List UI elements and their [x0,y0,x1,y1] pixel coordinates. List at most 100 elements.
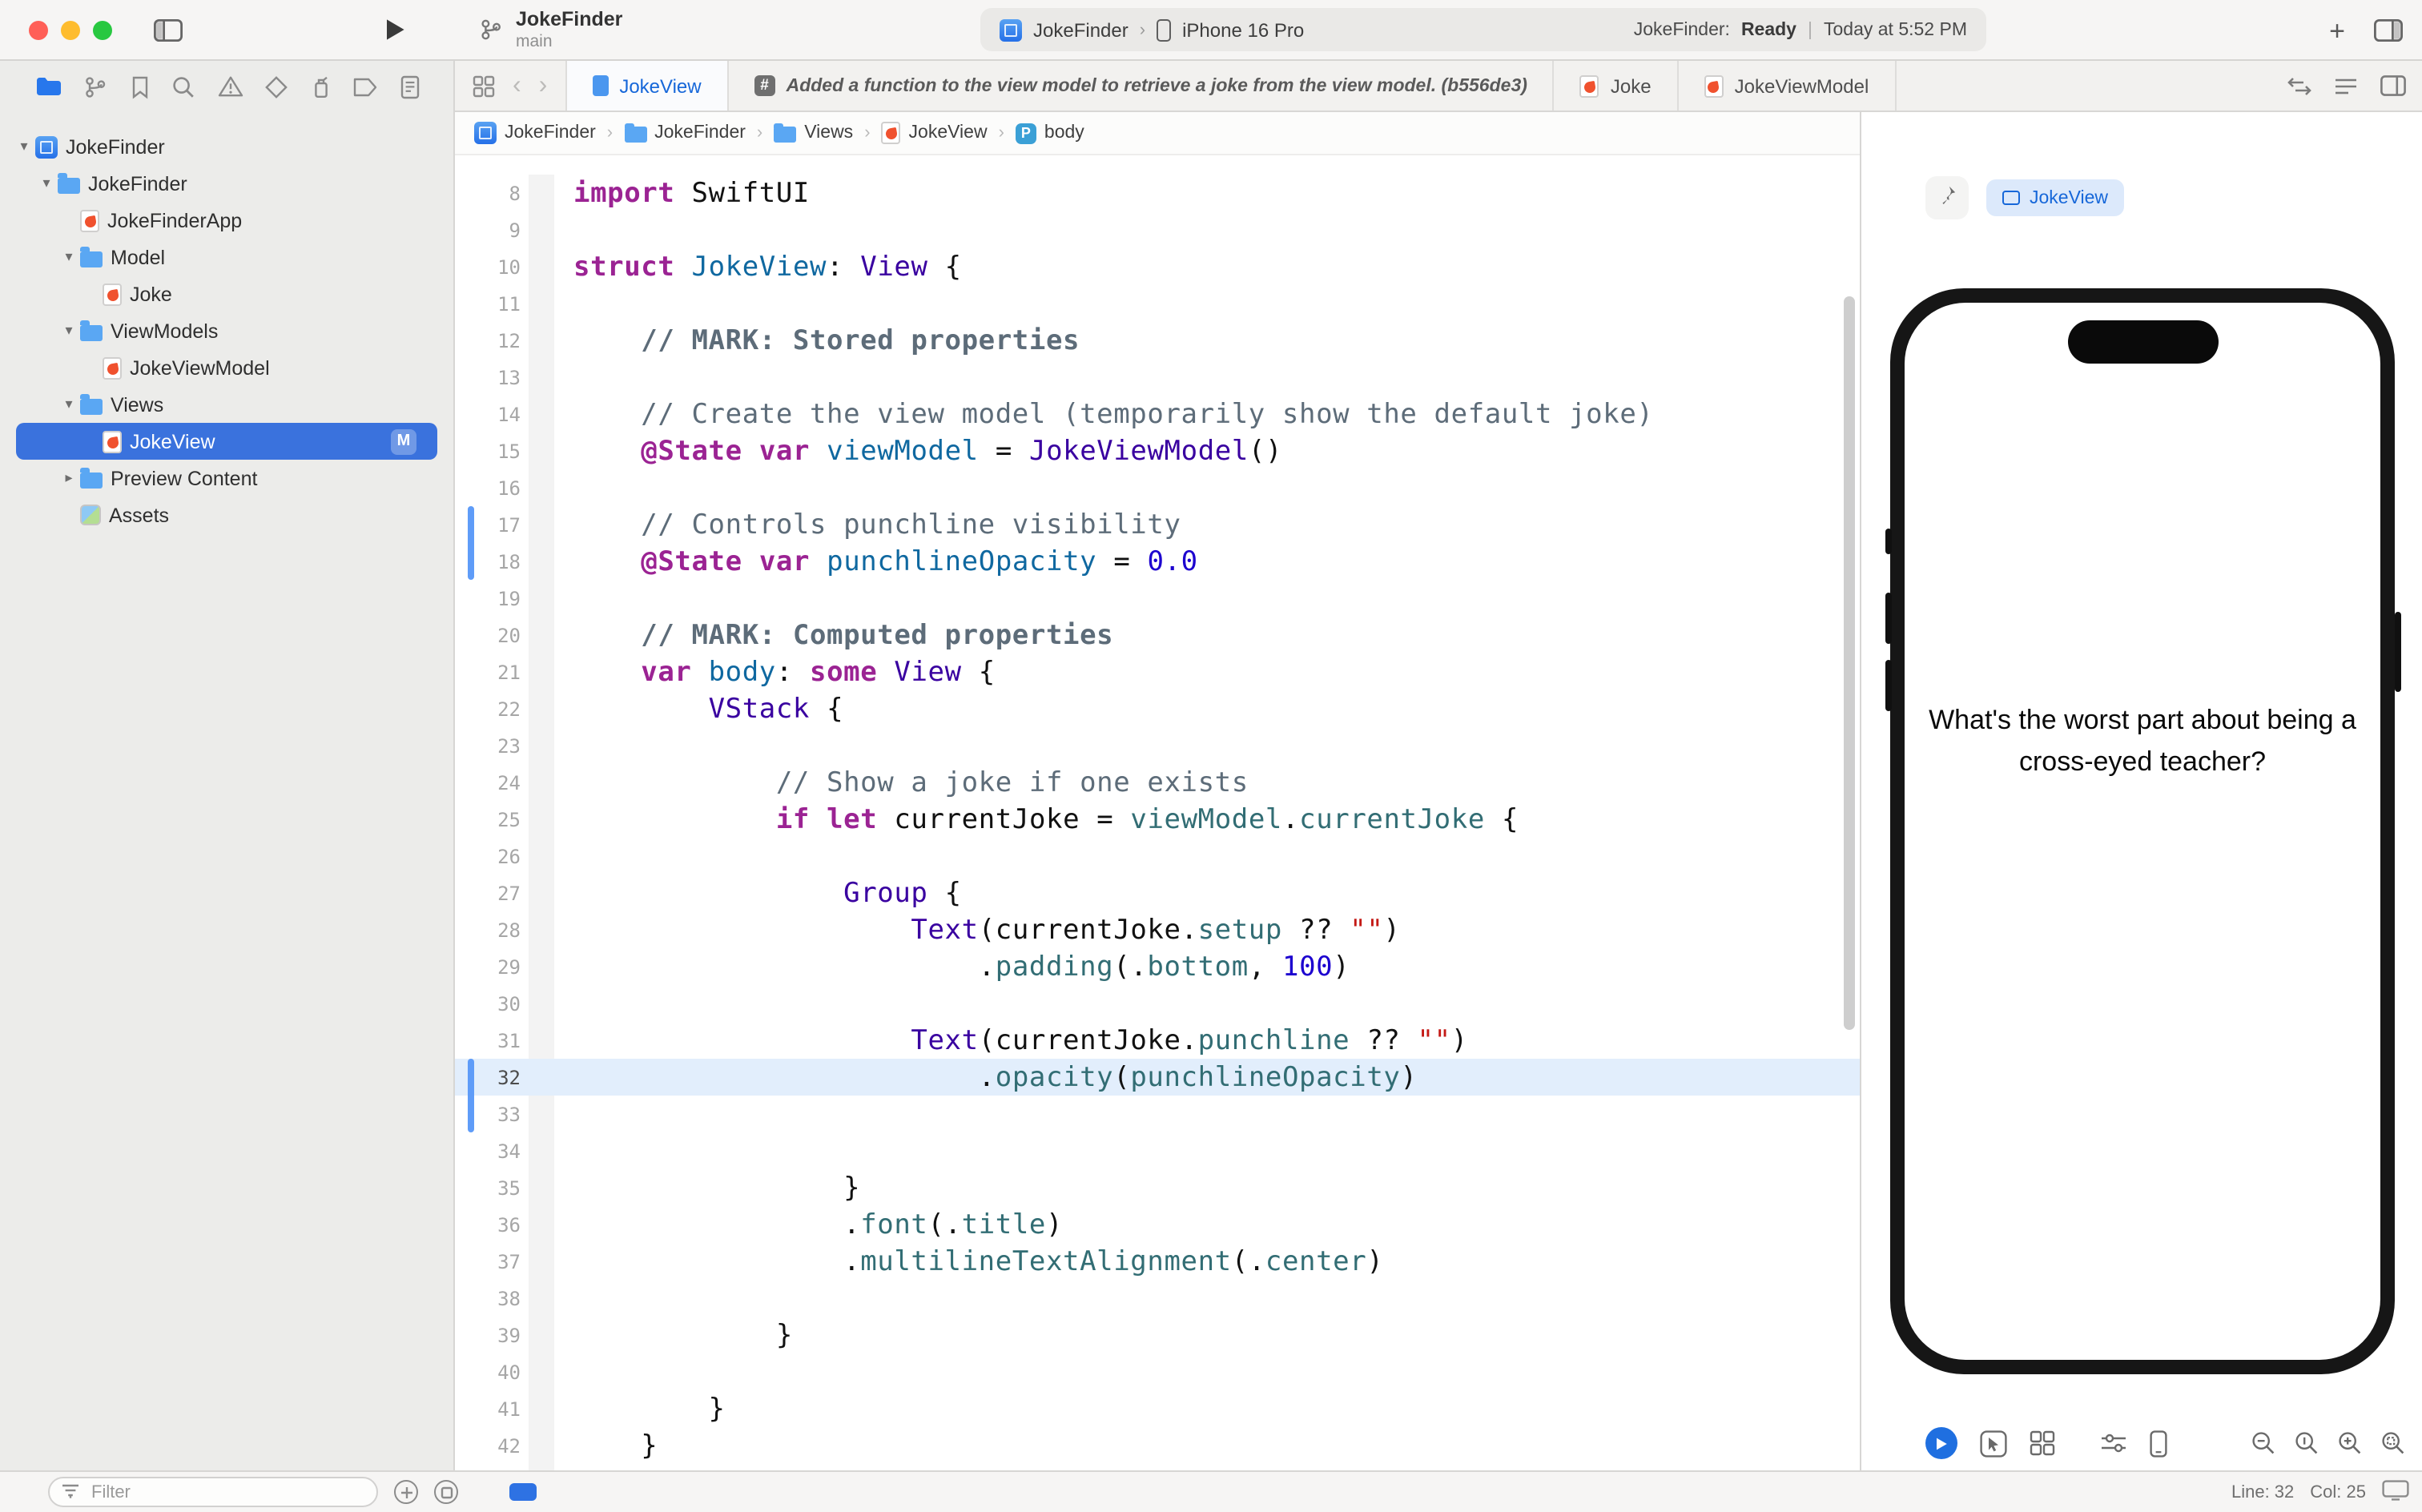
line-number[interactable]: 42 [455,1434,529,1457]
editor-swap-icon[interactable] [2287,76,2311,95]
line-number[interactable]: 34 [455,1140,529,1162]
code-line[interactable]: 32 .opacity(punchlineOpacity) [455,1059,1860,1096]
report-navigator-icon[interactable] [400,74,419,99]
sidebar-item-jokeviewmodel[interactable]: JokeViewModel [0,349,453,386]
breadcrumb-item-jokefinder[interactable]: JokeFinder [624,123,746,143]
activity-viewer[interactable]: JokeFinder: Ready | Today at 5:52 PM [1634,20,1967,39]
line-number[interactable]: 19 [455,587,529,609]
line-number[interactable]: 38 [455,1287,529,1309]
line-number[interactable]: 41 [455,1397,529,1420]
related-items-icon[interactable] [473,74,495,97]
toggle-inspector-icon[interactable] [2374,19,2403,42]
filter-input[interactable] [88,1481,328,1503]
code-line[interactable]: 33 [455,1096,1860,1132]
minimap-toggle-icon[interactable] [509,1483,537,1501]
test-navigator-icon[interactable] [264,74,288,99]
add-item-button[interactable] [394,1480,418,1504]
code-line[interactable]: 16 [455,469,1860,506]
line-number[interactable]: 29 [455,955,529,978]
line-number[interactable]: 18 [455,550,529,573]
line-number[interactable]: 27 [455,882,529,904]
scheme-selector[interactable]: JokeFinder › iPhone 16 Pro [1000,18,1304,41]
line-number[interactable]: 31 [455,1029,529,1052]
line-number[interactable]: 28 [455,919,529,941]
line-number[interactable]: 21 [455,661,529,683]
minimize-window-button[interactable] [61,20,80,39]
line-number[interactable]: 25 [455,808,529,830]
library-add-icon[interactable]: + [2329,17,2345,44]
code-line[interactable]: 27 Group { [455,875,1860,911]
find-navigator-icon[interactable] [171,74,195,99]
line-number[interactable]: 16 [455,477,529,499]
line-number[interactable]: 22 [455,698,529,720]
editor-options-icon[interactable] [2334,76,2358,95]
sidebar-item-viewmodels[interactable]: ▾ViewModels [0,312,453,349]
line-number[interactable]: 17 [455,513,529,536]
disclosure-icon[interactable]: ▾ [58,322,80,340]
code-line[interactable]: 9 [455,211,1860,248]
code-line[interactable]: 10struct JokeView: View { [455,248,1860,285]
sidebar-item-assets[interactable]: Assets [0,497,453,533]
breadcrumb-item-views[interactable]: Views [774,123,853,143]
issue-navigator-icon[interactable] [217,75,243,98]
code-line[interactable]: 29 .padding(.bottom, 100) [455,948,1860,985]
code-line[interactable]: 39 } [455,1317,1860,1353]
breadcrumb-item-body[interactable]: Pbody [1016,123,1084,143]
line-number[interactable]: 32 [455,1066,529,1088]
line-number[interactable]: 9 [455,219,529,241]
disclosure-icon[interactable]: ▾ [58,248,80,266]
preview-on-device-icon[interactable] [2150,1430,2167,1457]
sidebar-item-jokefinderapp[interactable]: JokeFinderApp [0,202,453,239]
tab-added-a-function-to-the-view[interactable]: #Added a function to the view model to r… [729,61,1555,111]
code-line[interactable]: 20 // MARK: Computed properties [455,617,1860,653]
line-number[interactable]: 26 [455,845,529,867]
code-line[interactable]: 18 @State var punchlineOpacity = 0.0 [455,543,1860,580]
run-destination[interactable]: iPhone 16 Pro [1182,18,1304,41]
line-number[interactable]: 12 [455,329,529,352]
breadcrumb-item-jokeview[interactable]: JokeView [882,122,988,144]
breadcrumb-item-jokefinder[interactable]: JokeFinder [474,122,596,144]
breakpoint-navigator-icon[interactable] [352,76,378,97]
zoom-window-button[interactable] [93,20,112,39]
line-number[interactable]: 24 [455,771,529,794]
live-preview-button[interactable] [1925,1427,1957,1459]
code-line[interactable]: 19 [455,580,1860,617]
code-line[interactable]: 35 } [455,1169,1860,1206]
code-line[interactable]: 17 // Controls punchline visibility [455,506,1860,543]
selectable-mode-icon[interactable] [1980,1430,2007,1457]
tab-jokeview[interactable]: JokeView [565,61,728,111]
line-number[interactable]: 13 [455,366,529,388]
code-line[interactable]: 15 @State var viewModel = JokeViewModel(… [455,432,1860,469]
code-line[interactable]: 36 .font(.title) [455,1206,1860,1243]
editor[interactable]: 8import SwiftUI910struct JokeView: View … [455,155,1860,1470]
code-line[interactable]: 24 // Show a joke if one exists [455,764,1860,801]
code-line[interactable]: 37 .multilineTextAlignment(.center) [455,1243,1860,1280]
line-number[interactable]: 20 [455,624,529,646]
line-number[interactable]: 14 [455,403,529,425]
zoom-actual-size-icon[interactable] [2294,1430,2319,1456]
toggle-navigator-icon[interactable] [154,18,183,41]
device-settings-icon[interactable] [2100,1432,2127,1454]
code-line[interactable]: 12 // MARK: Stored properties [455,322,1860,359]
code-line[interactable]: 26 [455,838,1860,875]
sidebar-item-preview-content[interactable]: ▸Preview Content [0,460,453,497]
line-number[interactable]: 30 [455,992,529,1015]
zoom-out-icon[interactable] [2251,1430,2276,1456]
navigator-filter-field[interactable] [48,1477,378,1507]
line-number[interactable]: 35 [455,1176,529,1199]
code-line[interactable]: 21 var body: some View { [455,653,1860,690]
code-line[interactable]: 25 if let currentJoke = viewModel.curren… [455,801,1860,838]
code-line[interactable]: 28 Text(currentJoke.setup ?? "") [455,911,1860,948]
sidebar-item-views[interactable]: ▾Views [0,386,453,423]
iphone-screen[interactable]: What's the worst part about being a cros… [1905,303,2380,1360]
line-number[interactable]: 23 [455,734,529,757]
run-button[interactable] [384,18,405,42]
line-number[interactable]: 36 [455,1213,529,1236]
line-number[interactable]: 40 [455,1361,529,1383]
split-editor-icon[interactable] [2380,75,2406,96]
disclosure-icon[interactable]: ▾ [58,396,80,413]
filter-recent-button[interactable] [434,1480,458,1504]
disclosure-icon[interactable]: ▾ [35,175,58,192]
disclosure-icon[interactable]: ▸ [58,469,80,487]
source-control-navigator-icon[interactable] [83,74,107,99]
